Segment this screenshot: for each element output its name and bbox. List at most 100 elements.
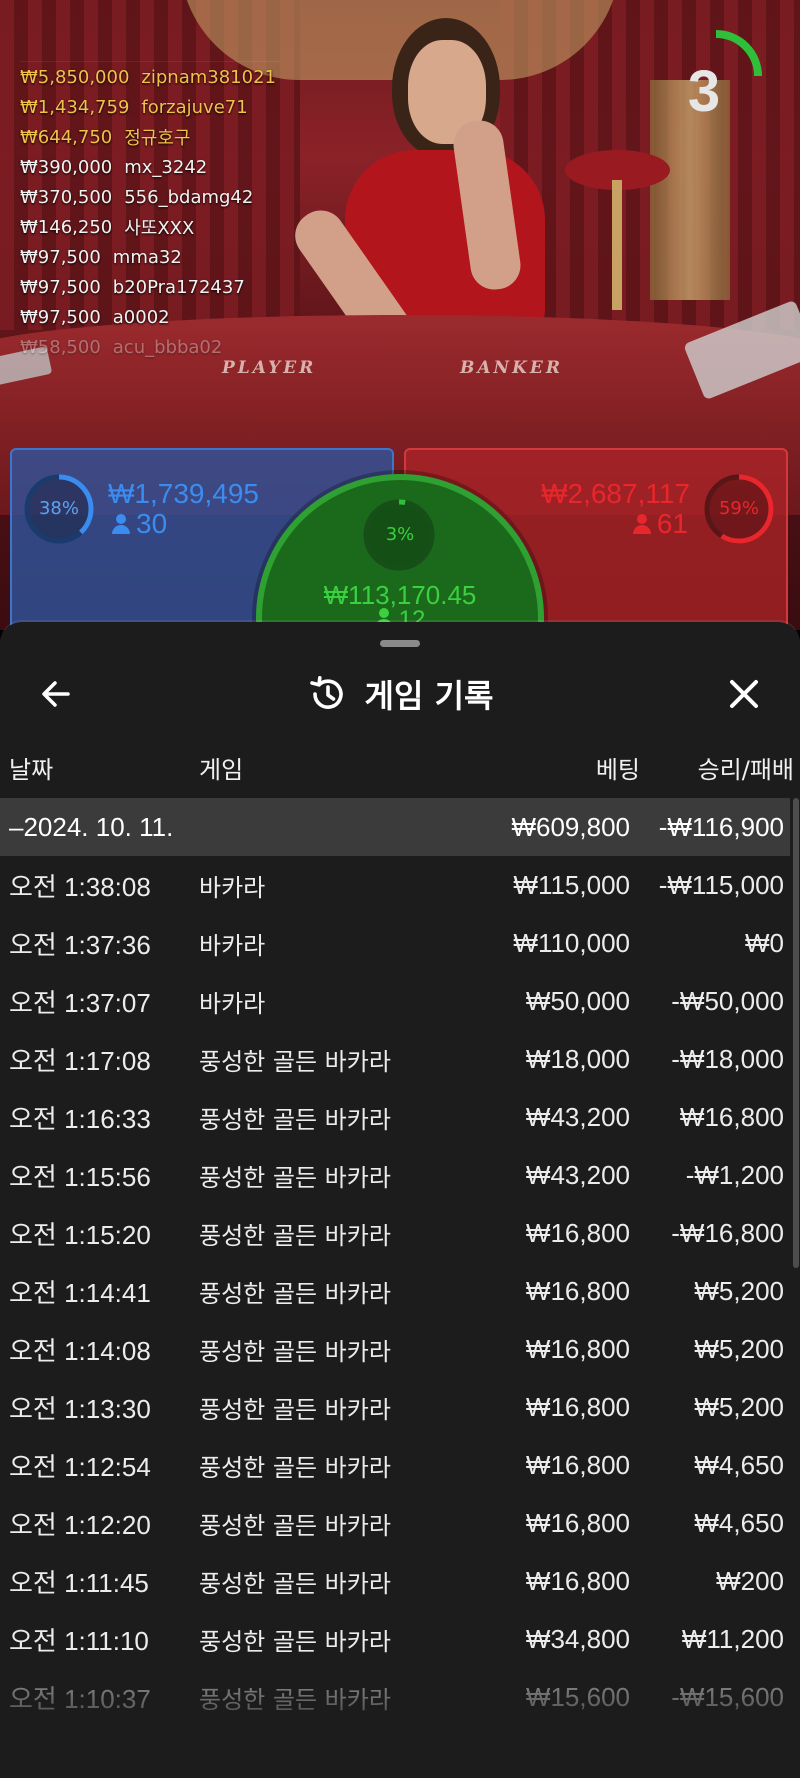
bettor-entry: ₩97,500 b20Pra172437 <box>20 272 280 302</box>
row-bet: ₩43,200 <box>525 1159 630 1190</box>
user-icon <box>112 514 130 534</box>
column-header-win-loss: 승리/패배 <box>697 755 794 784</box>
row-game: 풍성한 골든 바카라 <box>199 1395 391 1424</box>
row-time: 오전 1:17:08 <box>9 1045 151 1076</box>
date-group-win-loss-total: -₩116,900 <box>658 811 784 842</box>
history-row[interactable]: 오전 1:17:08 풍성한 골든 바카라 ₩18,000 -₩18,000 <box>0 1030 790 1088</box>
row-time: 오전 1:12:20 <box>9 1509 151 1540</box>
row-time: 오전 1:15:56 <box>9 1161 151 1192</box>
bettor-name: mma32 <box>112 246 182 268</box>
date-group-bet-total: ₩609,800 <box>511 811 630 842</box>
history-row[interactable]: 오전 1:11:45 풍성한 골든 바카라 ₩16,800 ₩200 <box>0 1552 790 1610</box>
bottom-fade <box>0 1688 800 1778</box>
row-win-loss: -₩115,000 <box>658 869 784 900</box>
history-row[interactable]: 오전 1:15:20 풍성한 골든 바카라 ₩16,800 -₩16,800 <box>0 1204 790 1262</box>
bettor-amount: ₩1,434,759 <box>20 96 130 118</box>
row-game: 풍성한 골든 바카라 <box>199 1221 391 1250</box>
row-game: 풍성한 골든 바카라 <box>199 1511 391 1540</box>
row-game: 풍성한 골든 바카라 <box>199 1105 391 1134</box>
row-bet: ₩110,000 <box>513 927 630 958</box>
user-icon <box>632 514 651 534</box>
row-bet: ₩34,800 <box>525 1623 630 1654</box>
bettor-name: 사또XXX <box>124 218 195 239</box>
game-history-sheet: 게임 기록 날짜 게임 베팅 승리/패배 –2024. 10. 11. ₩609… <box>0 622 800 1778</box>
history-rows: 오전 1:38:08 바카라 ₩115,000 -₩115,000 오전 1:37:36… <box>0 856 790 1726</box>
row-win-loss: -₩16,800 <box>671 1217 784 1248</box>
history-icon <box>309 676 343 709</box>
row-time: 오전 1:13:30 <box>9 1393 151 1424</box>
history-row[interactable]: 오전 1:37:07 바카라 ₩50,000 -₩50,000 <box>0 972 790 1030</box>
bettor-name: 556_bdamg42 <box>124 186 254 208</box>
history-row[interactable]: 오전 1:38:08 바카라 ₩115,000 -₩115,000 <box>0 856 790 914</box>
bettor-entry: ₩390,000 mx_3242 <box>20 152 280 182</box>
player-bet-total: ₩1,739,495 <box>108 478 259 509</box>
row-win-loss: ₩5,200 <box>694 1333 784 1364</box>
bettor-entry: ₩97,500 a0002 <box>20 302 280 332</box>
bettor-name: forzajuve71 <box>141 96 248 118</box>
sheet-drag-handle[interactable] <box>380 640 420 647</box>
date-group-row[interactable]: –2024. 10. 11. ₩609,800 -₩116,900 <box>0 798 790 856</box>
bettor-name: a0002 <box>112 306 170 328</box>
row-win-loss: ₩5,200 <box>694 1275 784 1306</box>
banker-bet-total: ₩2,687,117 <box>541 478 690 509</box>
row-bet: ₩115,000 <box>513 869 630 900</box>
history-row[interactable]: 오전 1:13:30 풍성한 골든 바카라 ₩16,800 ₩5,200 <box>0 1378 790 1436</box>
close-button[interactable] <box>722 672 766 716</box>
bettor-amount: ₩97,500 <box>20 276 101 298</box>
row-time: 오전 1:14:41 <box>9 1277 151 1308</box>
bettor-name: b20Pra172437 <box>112 276 245 298</box>
history-row[interactable]: 오전 1:37:36 바카라 ₩110,000 ₩0 <box>0 914 790 972</box>
row-game: 풍성한 골든 바카라 <box>199 1627 391 1656</box>
row-time: 오전 1:12:54 <box>9 1451 151 1482</box>
bettor-name: zipnam381021 <box>141 66 276 88</box>
bettor-amount: ₩58,500 <box>20 336 101 358</box>
row-bet: ₩43,200 <box>525 1101 630 1132</box>
live-video-feed: PLAYER BANKER ₩5,850,000 zipnam381021 ₩1,4… <box>0 0 800 630</box>
history-row[interactable]: 오전 1:16:33 풍성한 골든 바카라 ₩43,200 ₩16,800 <box>0 1088 790 1146</box>
bettor-entry: ₩644,750 정규호구 <box>20 122 280 152</box>
top-bettors-list: ₩5,850,000 zipnam381021 ₩1,434,759 forzajuv… <box>20 61 280 362</box>
banker-bet-count: 61 <box>632 508 688 540</box>
row-win-loss: ₩4,650 <box>694 1507 784 1538</box>
history-table-header: 날짜 게임 베팅 승리/패배 <box>0 742 800 792</box>
row-bet: ₩16,800 <box>525 1565 630 1596</box>
row-win-loss: -₩18,000 <box>671 1043 784 1074</box>
row-time: 오전 1:16:33 <box>9 1103 151 1134</box>
bettor-entry: ₩58,500 acu_bbba02 <box>20 332 280 362</box>
row-win-loss: ₩0 <box>745 927 784 958</box>
row-time: 오전 1:11:10 <box>9 1625 149 1656</box>
row-game: 풍성한 골든 바카라 <box>199 1569 391 1598</box>
column-header-bet: 베팅 <box>595 755 640 784</box>
bettor-entry: ₩97,500 mma32 <box>20 242 280 272</box>
bettor-amount: ₩97,500 <box>20 246 101 268</box>
row-time: 오전 1:37:36 <box>9 929 151 960</box>
close-icon <box>730 680 758 708</box>
row-bet: ₩18,000 <box>525 1043 630 1074</box>
row-win-loss: -₩50,000 <box>671 985 784 1016</box>
row-bet: ₩16,800 <box>525 1333 630 1364</box>
column-header-date: 날짜 <box>9 755 54 784</box>
banker-bet-count-value: 61 <box>656 508 688 539</box>
tie-percent: 3% <box>385 524 415 545</box>
row-bet: ₩16,800 <box>525 1217 630 1248</box>
row-game: 바카라 <box>199 931 266 960</box>
row-win-loss: ₩4,650 <box>694 1449 784 1480</box>
row-win-loss: ₩11,200 <box>681 1623 784 1654</box>
history-row[interactable]: 오전 1:15:56 풍성한 골든 바카라 ₩43,200 -₩1,200 <box>0 1146 790 1204</box>
bettor-entry: ₩1,434,759 forzajuve71 <box>20 92 280 122</box>
bettor-entry: ₩5,850,000 zipnam381021 <box>20 62 280 92</box>
row-win-loss: ₩5,200 <box>694 1391 784 1422</box>
history-row[interactable]: 오전 1:12:20 풍성한 골든 바카라 ₩16,800 ₩4,650 <box>0 1494 790 1552</box>
bettor-amount: ₩97,500 <box>20 306 101 328</box>
scrollbar[interactable] <box>793 798 799 1268</box>
column-header-game: 게임 <box>199 755 244 784</box>
player-percent: 38% <box>38 498 79 519</box>
history-row[interactable]: 오전 1:14:41 풍성한 골든 바카라 ₩16,800 ₩5,200 <box>0 1262 790 1320</box>
row-time: 오전 1:38:08 <box>9 871 151 902</box>
history-row[interactable]: 오전 1:11:10 풍성한 골든 바카라 ₩34,800 ₩11,200 <box>0 1610 790 1668</box>
row-game: 풍성한 골든 바카라 <box>199 1163 391 1192</box>
row-win-loss: -₩1,200 <box>685 1159 784 1190</box>
history-row[interactable]: 오전 1:14:08 풍성한 골든 바카라 ₩16,800 ₩5,200 <box>0 1320 790 1378</box>
history-row[interactable]: 오전 1:12:54 풍성한 골든 바카라 ₩16,800 ₩4,650 <box>0 1436 790 1494</box>
row-bet: ₩50,000 <box>525 985 630 1016</box>
